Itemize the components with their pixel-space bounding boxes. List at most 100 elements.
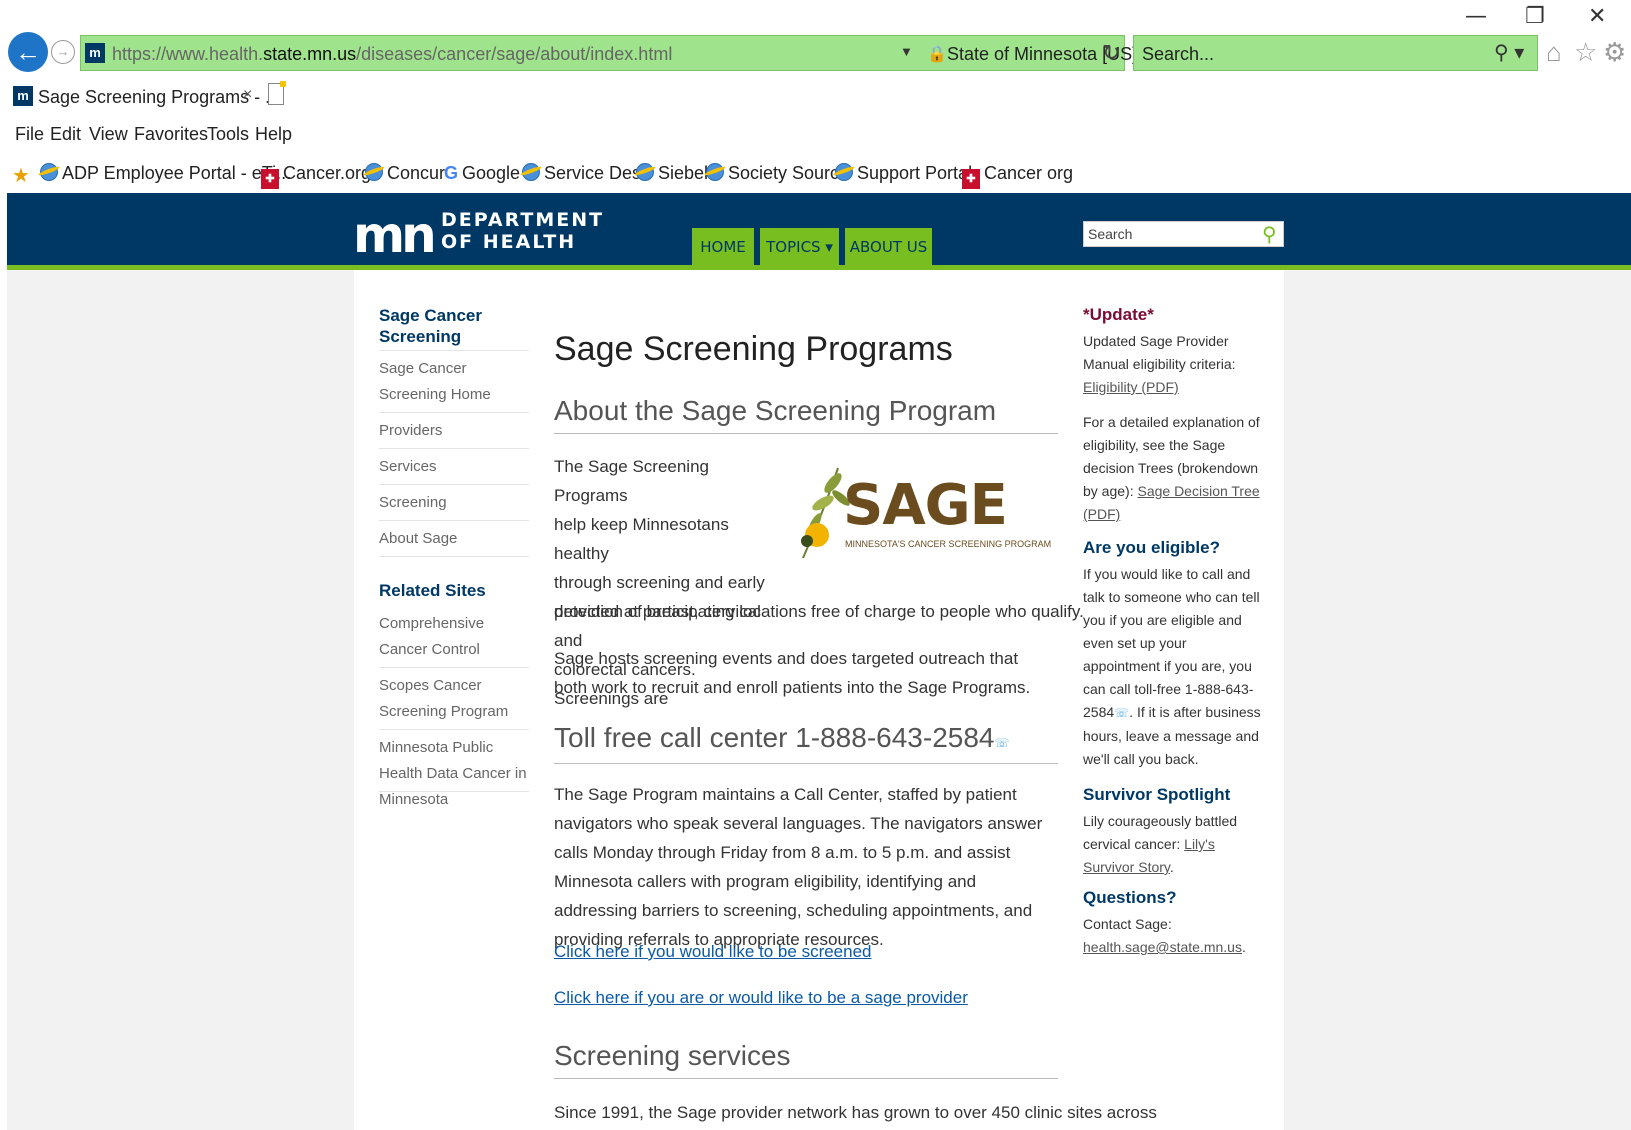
favorite-label: Cancer org bbox=[984, 163, 1074, 183]
divider bbox=[379, 412, 529, 413]
favorite-concur[interactable]: Concur bbox=[365, 163, 445, 184]
browser-toolbar: — ❐ ✕ ← → m https://www.health.state.mn.… bbox=[0, 0, 1631, 78]
questions-heading: Questions? bbox=[1083, 888, 1177, 907]
update-heading: *Update* bbox=[1083, 305, 1154, 324]
intro-line: The Sage Screening Programs bbox=[554, 457, 709, 505]
nav-home[interactable]: HOME bbox=[692, 228, 754, 266]
detail-text: For a detailed explanation of eligibilit… bbox=[1083, 411, 1263, 526]
url-path: /diseases/cancer/sage/about/index.html bbox=[356, 44, 673, 64]
back-button[interactable]: ← bbox=[8, 32, 48, 72]
favorite-label: Support Portal bbox=[857, 163, 973, 183]
menu-view[interactable]: View bbox=[89, 124, 128, 145]
menu-file[interactable]: File bbox=[15, 124, 44, 145]
home-icon[interactable]: ⌂ bbox=[1546, 37, 1562, 68]
favorites-bar: ★ ADP Employee Portal - eTi... ✚ Cancer.o… bbox=[0, 155, 1631, 191]
browser-search-box[interactable]: Search... ⚲ ▾ bbox=[1133, 35, 1538, 71]
eligible-text-a: If you would like to call and talk to so… bbox=[1083, 566, 1260, 720]
acs-icon: ✚ bbox=[261, 169, 279, 189]
refresh-icon[interactable]: ↻ bbox=[1102, 40, 1120, 66]
favorite-siebel[interactable]: Siebel bbox=[636, 163, 708, 184]
tab-strip: m Sage Screening Programs - ... × bbox=[0, 78, 1631, 114]
left-nav-item-screening[interactable]: Screening bbox=[379, 490, 529, 516]
menu-favorites[interactable]: Favorites bbox=[134, 124, 208, 145]
minimize-button[interactable]: — bbox=[1465, 4, 1487, 29]
questions-text: Contact Sage: health.sage@state.mn.us. bbox=[1083, 916, 1246, 955]
new-tab-icon[interactable] bbox=[268, 81, 286, 105]
favorite-support-portal[interactable]: Support Portal bbox=[835, 163, 972, 184]
left-nav-item-services[interactable]: Services bbox=[379, 454, 529, 480]
url-domain: state.mn.us bbox=[263, 44, 357, 64]
left-nav-item-home[interactable]: Sage Cancer Screening Home bbox=[379, 356, 529, 408]
intro-line: through screening and early bbox=[554, 573, 765, 592]
favorites-star-icon[interactable]: ☆ bbox=[1574, 37, 1597, 68]
update-text: Updated Sage Provider Manual eligibility… bbox=[1083, 330, 1263, 399]
ie-icon bbox=[365, 163, 383, 181]
services-paragraph: Since 1991, the Sage provider network ha… bbox=[554, 1103, 1157, 1122]
related-site-mn-data[interactable]: Minnesota Public Health Data Cancer in M… bbox=[379, 735, 529, 813]
close-window-button[interactable]: ✕ bbox=[1588, 4, 1606, 29]
favorite-label: Cancer.org bbox=[283, 163, 372, 183]
nav-topics[interactable]: TOPICS ▾ bbox=[760, 228, 839, 266]
phone-icon[interactable]: ☏ bbox=[1114, 706, 1129, 720]
search-icon[interactable]: ⚲ bbox=[1262, 222, 1277, 247]
forward-button[interactable]: → bbox=[51, 40, 75, 64]
questions-text-body: Contact Sage: bbox=[1083, 916, 1172, 932]
logo-line-2: OF HEALTH bbox=[441, 231, 577, 253]
left-nav-item-about-sage[interactable]: About Sage bbox=[379, 526, 529, 552]
favorite-service-desk[interactable]: Service Desk bbox=[522, 163, 650, 184]
phone-icon[interactable]: ☏ bbox=[994, 736, 1009, 750]
eligibility-pdf-link[interactable]: Eligibility (PDF) bbox=[1083, 379, 1179, 395]
department-logo-text[interactable]: DEPARTMENT OF HEALTH bbox=[441, 209, 604, 253]
divider bbox=[379, 791, 529, 792]
menu-bar: File Edit View Favorites Tools Help bbox=[0, 116, 1631, 150]
related-site-comprehensive[interactable]: Comprehensive Cancer Control bbox=[379, 611, 529, 663]
divider bbox=[379, 556, 529, 557]
favorite-label: ADP Employee Portal - eTi... bbox=[62, 163, 292, 183]
browser-search-placeholder: Search... bbox=[1142, 44, 1215, 64]
call-center-paragraph: The Sage Program maintains a Call Center… bbox=[554, 785, 1043, 949]
favorite-cancer-org[interactable]: ✚ Cancer.org bbox=[261, 163, 371, 189]
survivor-text: Lily courageously battled cervical cance… bbox=[1083, 813, 1238, 875]
url-text[interactable]: https://www.health.state.mn.us/diseases/… bbox=[112, 44, 672, 65]
menu-help[interactable]: Help bbox=[255, 124, 292, 145]
eligible-heading: Are you eligible? bbox=[1083, 538, 1220, 557]
intro-line: help keep Minnesotans healthy bbox=[554, 515, 729, 563]
favorite-society-source[interactable]: Society Source bbox=[706, 163, 849, 184]
tab-close-icon[interactable]: × bbox=[243, 86, 252, 104]
divider bbox=[554, 1078, 1058, 1079]
gear-icon[interactable]: ⚙ bbox=[1603, 37, 1626, 68]
left-nav-item-providers[interactable]: Providers bbox=[379, 418, 529, 444]
favorite-adp[interactable]: ADP Employee Portal - eTi... bbox=[40, 163, 291, 184]
menu-tools[interactable]: Tools bbox=[207, 124, 249, 145]
site-search-input[interactable]: Search ⚲ bbox=[1083, 221, 1284, 247]
nav-about-us[interactable]: ABOUT US bbox=[845, 228, 932, 266]
address-dropdown-icon[interactable]: ▼ bbox=[900, 44, 913, 59]
left-nav-heading[interactable]: Sage Cancer Screening bbox=[379, 305, 509, 347]
divider bbox=[554, 433, 1058, 434]
forward-arrow-icon: → bbox=[56, 44, 70, 59]
address-bar[interactable]: m https://www.health.state.mn.us/disease… bbox=[80, 35, 1137, 71]
screened-link[interactable]: Click here if you would like to be scree… bbox=[554, 942, 872, 962]
lock-icon[interactable]: 🔒 bbox=[927, 44, 947, 64]
divider bbox=[379, 350, 529, 351]
eligible-text: If you would like to call and talk to so… bbox=[1083, 563, 1263, 771]
browser-tab[interactable]: m Sage Screening Programs - ... × bbox=[8, 80, 280, 112]
related-site-scopes[interactable]: Scopes Cancer Screening Program bbox=[379, 673, 529, 725]
menu-edit[interactable]: Edit bbox=[50, 124, 81, 145]
contact-email-link[interactable]: health.sage@state.mn.us bbox=[1083, 939, 1242, 955]
favorite-google[interactable]: G Google bbox=[444, 163, 520, 184]
site-search-placeholder: Search bbox=[1088, 226, 1133, 242]
page-title: Sage Screening Programs bbox=[554, 330, 953, 368]
url-prefix: https://www.health. bbox=[112, 44, 264, 64]
add-favorite-star-icon[interactable]: ★ bbox=[12, 163, 30, 188]
divider bbox=[379, 729, 529, 730]
mn-logo-mark[interactable]: mn bbox=[353, 210, 437, 260]
sage-program-logo: SAGE MINNESOTA'S CANCER SCREENING PROGRA… bbox=[793, 463, 1051, 563]
favorite-cancer-org-2[interactable]: ✚ Cancer org bbox=[962, 163, 1073, 189]
favorite-label: Society Source bbox=[728, 163, 850, 183]
search-icon[interactable]: ⚲ ▾ bbox=[1494, 40, 1524, 65]
provider-link[interactable]: Click here if you are or would like to b… bbox=[554, 988, 968, 1008]
site-favicon: m bbox=[85, 43, 105, 63]
divider bbox=[379, 448, 529, 449]
restore-button[interactable]: ❐ bbox=[1525, 4, 1545, 29]
